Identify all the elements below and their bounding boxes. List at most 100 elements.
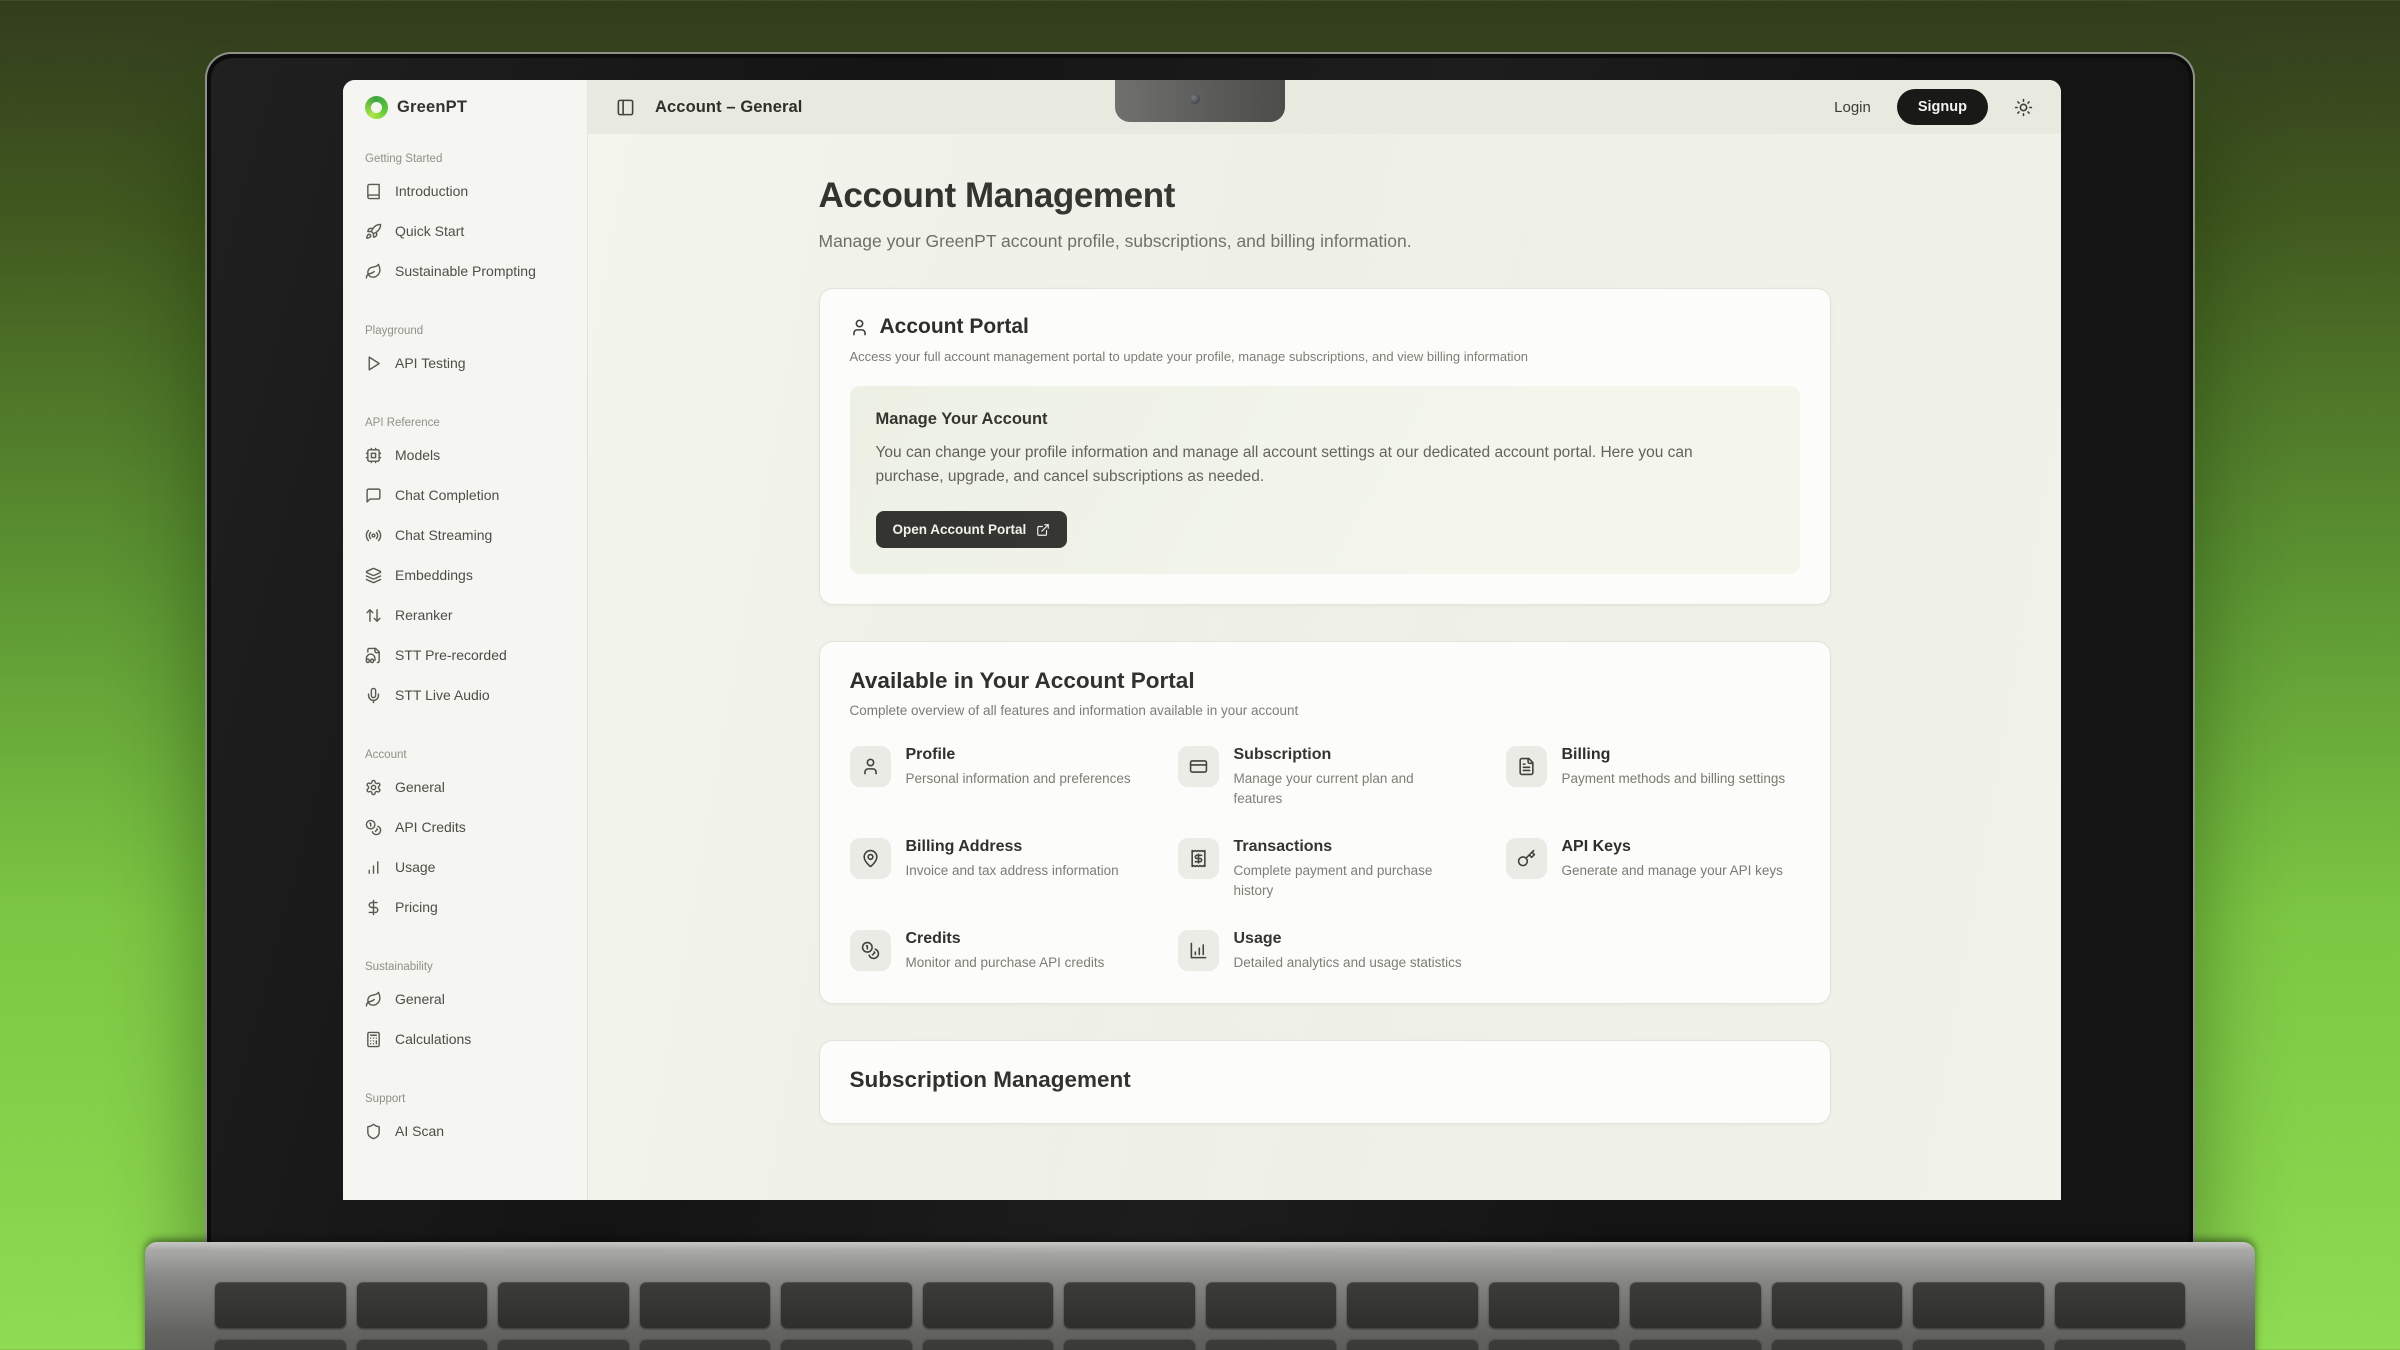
leaf-icon: [365, 263, 382, 280]
sidebar-item-general[interactable]: General: [365, 979, 573, 1019]
feature-title: Subscription: [1234, 746, 1464, 764]
feature-title: Transactions: [1234, 838, 1464, 856]
features-card-subtitle: Complete overview of all features and in…: [850, 703, 1800, 718]
chat-bubble-icon: [365, 487, 382, 504]
feature-description: Complete payment and purchase history: [1234, 861, 1464, 900]
brand-logo[interactable]: GreenPT: [365, 96, 573, 119]
keyboard-key: [1347, 1339, 1478, 1350]
calculator-icon: [365, 1031, 382, 1048]
sidebar-item-label: API Testing: [395, 355, 466, 371]
keyboard-key: [357, 1282, 488, 1328]
greenpt-logo-icon: [365, 96, 388, 119]
feature-credits: CreditsMonitor and purchase API credits: [850, 930, 1144, 973]
sidebar-item-label: Calculations: [395, 1031, 471, 1047]
sidebar-item-stt-live-audio[interactable]: STT Live Audio: [365, 675, 573, 715]
sidebar-item-sustainable-prompting[interactable]: Sustainable Prompting: [365, 251, 573, 291]
sidebar-item-label: Embeddings: [395, 567, 473, 583]
keyboard-key: [1913, 1339, 2044, 1350]
sidebar-item-pricing[interactable]: Pricing: [365, 887, 573, 927]
sidebar-item-label: General: [395, 991, 445, 1007]
map-pin-icon: [850, 838, 891, 879]
login-link[interactable]: Login: [1834, 99, 1871, 116]
keyboard-key: [1489, 1282, 1620, 1328]
sidebar-item-introduction[interactable]: Introduction: [365, 171, 573, 211]
user-icon: [850, 318, 869, 337]
sidebar-item-label: Sustainable Prompting: [395, 263, 536, 279]
mic-icon: [365, 687, 382, 704]
sidebar-item-label: AI Scan: [395, 1123, 444, 1139]
sidebar-item-chat-streaming[interactable]: Chat Streaming: [365, 515, 573, 555]
feature-title: Usage: [1234, 930, 1462, 948]
keyboard-key: [498, 1339, 629, 1350]
desktop-background: { "colors": { "brand_green": "#4db82e", …: [0, 0, 2400, 1350]
feature-text: BillingPayment methods and billing setti…: [1562, 746, 1786, 808]
bars-icon: [365, 859, 382, 876]
sidebar-item-ai-scan[interactable]: AI Scan: [365, 1111, 573, 1151]
sidebar-item-label: Quick Start: [395, 223, 464, 239]
keyboard-key: [1206, 1282, 1337, 1328]
keyboard-key: [781, 1282, 912, 1328]
sun-icon[interactable]: [2014, 98, 2033, 117]
sidebar-item-embeddings[interactable]: Embeddings: [365, 555, 573, 595]
sidebar-item-general[interactable]: General: [365, 767, 573, 807]
keyboard-key: [2055, 1282, 2186, 1328]
keyboard-key: [1772, 1339, 1903, 1350]
play-icon: [365, 355, 382, 372]
sidebar-item-quick-start[interactable]: Quick Start: [365, 211, 573, 251]
feature-text: CreditsMonitor and purchase API credits: [906, 930, 1105, 973]
nav-section-label: Sustainability: [365, 961, 573, 973]
gear-icon: [365, 779, 382, 796]
dollar-icon: [365, 899, 382, 916]
screen-glass: GreenPT Getting Started Introduction Quick…: [211, 58, 2189, 1252]
sidebar-item-label: General: [395, 779, 445, 795]
page-subtitle: Manage your GreenPT account profile, sub…: [819, 231, 1831, 252]
keyboard-key: [781, 1339, 912, 1350]
sidebar-item-calculations[interactable]: Calculations: [365, 1019, 573, 1059]
webcam-icon: [1190, 94, 1200, 104]
account-portal-card: Account Portal Access your full account …: [819, 288, 1831, 605]
sidebar-item-reranker[interactable]: Reranker: [365, 595, 573, 635]
sidebar-item-models[interactable]: Models: [365, 435, 573, 475]
feature-billing: BillingPayment methods and billing setti…: [1506, 746, 1800, 808]
open-account-portal-button[interactable]: Open Account Portal: [876, 511, 1068, 548]
keyboard-key: [2055, 1339, 2186, 1350]
content-area: Account Management Manage your GreenPT a…: [588, 134, 2061, 1200]
laptop-notch: [1115, 80, 1285, 122]
sidebar-item-api-credits[interactable]: API Credits: [365, 807, 573, 847]
keyboard-key: [1064, 1339, 1195, 1350]
feature-title: Credits: [906, 930, 1105, 948]
nav-section-label: Getting Started: [365, 153, 573, 165]
manage-account-title: Manage Your Account: [876, 410, 1774, 429]
broadcast-icon: [365, 527, 382, 544]
sidebar-item-stt-pre-recorded[interactable]: STT Pre-recorded: [365, 635, 573, 675]
cpu-icon: [365, 447, 382, 464]
sidebar-item-label: Reranker: [395, 607, 453, 623]
nav-section-label: API Reference: [365, 417, 573, 429]
feature-text: Billing AddressInvoice and tax address i…: [906, 838, 1119, 900]
sort-arrows-icon: [365, 607, 382, 624]
open-account-portal-label: Open Account Portal: [893, 522, 1027, 537]
keyboard-key: [1489, 1339, 1620, 1350]
feature-subscription: SubscriptionManage your current plan and…: [1178, 746, 1472, 808]
rocket-icon: [365, 223, 382, 240]
feature-usage: UsageDetailed analytics and usage statis…: [1178, 930, 1472, 973]
signup-button[interactable]: Signup: [1897, 89, 1988, 125]
feature-description: Personal information and preferences: [906, 769, 1131, 789]
app-window: GreenPT Getting Started Introduction Quick…: [343, 80, 2061, 1200]
receipt-icon: [1178, 838, 1219, 879]
sidebar-item-api-testing[interactable]: API Testing: [365, 343, 573, 383]
feature-text: ProfilePersonal information and preferen…: [906, 746, 1131, 808]
sidebar-item-label: STT Pre-recorded: [395, 647, 507, 663]
account-portal-description: Access your full account management port…: [850, 349, 1800, 364]
laptop-screen: GreenPT Getting Started Introduction Quick…: [205, 52, 2195, 1252]
sidebar-item-chat-completion[interactable]: Chat Completion: [365, 475, 573, 515]
main-column: Account – General Login Signup Account M…: [588, 80, 2061, 1200]
feature-text: UsageDetailed analytics and usage statis…: [1234, 930, 1462, 973]
feature-description: Invoice and tax address information: [906, 861, 1119, 881]
sidebar-item-usage[interactable]: Usage: [365, 847, 573, 887]
sidebar-toggle-icon[interactable]: [616, 98, 635, 117]
sidebar-item-label: Introduction: [395, 183, 468, 199]
sidebar-item-label: Usage: [395, 859, 435, 875]
key-icon: [1506, 838, 1547, 879]
nav-section-label: Playground: [365, 325, 573, 337]
